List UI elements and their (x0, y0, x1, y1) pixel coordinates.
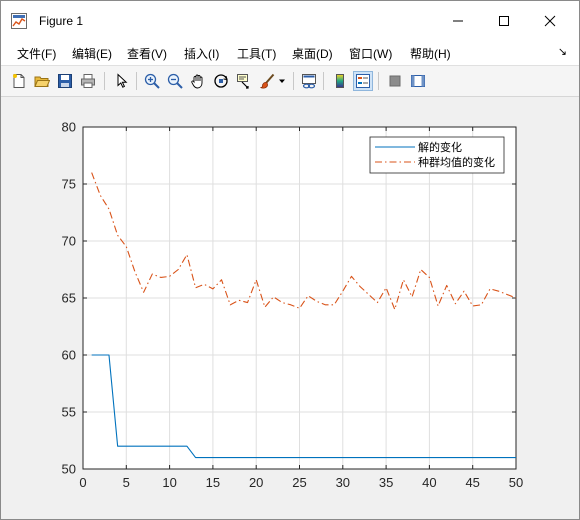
pan-button[interactable] (189, 72, 207, 90)
menu-tools[interactable]: 工具(T) (237, 45, 276, 62)
link-plot-icon (302, 74, 316, 89)
minimize-button[interactable] (435, 1, 481, 41)
menu-desktop[interactable]: 桌面(D) (292, 45, 333, 62)
x-tick-label: 45 (465, 475, 479, 490)
x-tick-label: 35 (379, 475, 393, 490)
new-figure-button[interactable] (10, 72, 28, 90)
print-icon (81, 74, 95, 88)
data-cursor-button[interactable] (235, 72, 253, 90)
brush-button[interactable] (258, 72, 276, 90)
maximize-icon (499, 16, 509, 26)
menu-bar: 文件(F) 编辑(E) 查看(V) 插入(I) 工具(T) 桌面(D) 窗口(W… (1, 41, 579, 65)
save-icon (58, 74, 72, 88)
show-plot-tools-icon (411, 75, 425, 87)
menu-window[interactable]: 窗口(W) (349, 45, 392, 62)
hide-plot-tools-button[interactable] (386, 72, 404, 90)
y-tick-label: 75 (62, 177, 76, 192)
show-plot-tools-button[interactable] (409, 72, 427, 90)
brush-icon (260, 73, 275, 89)
x-tick-label: 0 (79, 475, 86, 490)
save-button[interactable] (56, 72, 74, 90)
print-button[interactable] (79, 72, 97, 90)
figure-toolbar (1, 65, 579, 97)
insert-colorbar-icon (336, 74, 344, 88)
insert-legend-icon (356, 74, 370, 88)
data-cursor-icon (237, 74, 249, 89)
x-tick-label: 30 (336, 475, 350, 490)
x-tick-label: 15 (206, 475, 220, 490)
zoom-in-button[interactable] (143, 72, 161, 90)
pan-icon (191, 74, 203, 89)
figure-window: Figure 1 文件(F) 编辑(E) 查看(V) 插入(I) 工具(T) 桌… (0, 0, 580, 520)
select-arrow-icon (117, 73, 128, 88)
legend-label: 种群均值的变化 (418, 155, 495, 169)
title-bar[interactable]: Figure 1 (1, 1, 579, 41)
y-tick-label: 70 (62, 234, 76, 249)
y-tick-label: 50 (62, 462, 76, 477)
brush-dropdown-icon (279, 79, 285, 83)
zoom-in-icon (144, 73, 160, 89)
zoom-out-icon (167, 73, 183, 89)
y-tick-label: 65 (62, 291, 76, 306)
x-tick-label: 50 (509, 475, 523, 490)
y-tick-label: 80 (62, 120, 76, 135)
toolbar-separator (104, 72, 105, 90)
close-icon (544, 15, 556, 27)
x-tick-label: 10 (162, 475, 176, 490)
link-plot-button[interactable] (300, 72, 318, 90)
matlab-figure-icon (11, 13, 27, 29)
insert-legend-button[interactable] (353, 71, 373, 91)
x-tick-label: 20 (249, 475, 263, 490)
rotate-3d-icon (214, 74, 228, 88)
line-chart[interactable]: 0 5 10 15 20 25 30 35 40 45 50 50 55 60 65 70 75 80 解的变化种… (11, 97, 569, 511)
rotate-3d-button[interactable] (212, 72, 230, 90)
x-tick-label: 5 (123, 475, 130, 490)
menu-edit[interactable]: 编辑(E) (72, 45, 112, 62)
x-tick-label: 40 (422, 475, 436, 490)
open-file-icon (34, 76, 50, 87)
toolbar-separator (378, 72, 379, 90)
menu-file[interactable]: 文件(F) (17, 45, 56, 62)
toolbar-separator (323, 72, 324, 90)
minimize-icon (453, 20, 463, 22)
menu-insert[interactable]: 插入(I) (184, 45, 219, 62)
insert-colorbar-button[interactable] (331, 72, 349, 90)
menu-dock-arrow-icon[interactable]: ↘ (558, 45, 567, 58)
menu-view[interactable]: 查看(V) (127, 45, 167, 62)
close-button[interactable] (527, 1, 573, 41)
new-figure-icon (13, 74, 25, 88)
zoom-out-button[interactable] (166, 72, 184, 90)
figure-canvas: 0 5 10 15 20 25 30 35 40 45 50 50 55 60 65 70 75 80 解的变化种… (11, 97, 569, 511)
y-tick-label: 55 (62, 405, 76, 420)
maximize-button[interactable] (481, 1, 527, 41)
legend-label: 解的变化 (418, 140, 462, 154)
window-title: Figure 1 (39, 14, 84, 28)
x-tick-label: 25 (292, 475, 306, 490)
y-tick-label: 60 (62, 348, 76, 363)
toolbar-separator (293, 72, 294, 90)
select-button[interactable] (113, 72, 131, 90)
open-file-button[interactable] (33, 72, 51, 90)
toolbar-separator (136, 72, 137, 90)
menu-help[interactable]: 帮助(H) (410, 45, 451, 62)
brush-dropdown-button[interactable] (277, 72, 287, 90)
hide-plot-tools-icon (389, 75, 401, 87)
